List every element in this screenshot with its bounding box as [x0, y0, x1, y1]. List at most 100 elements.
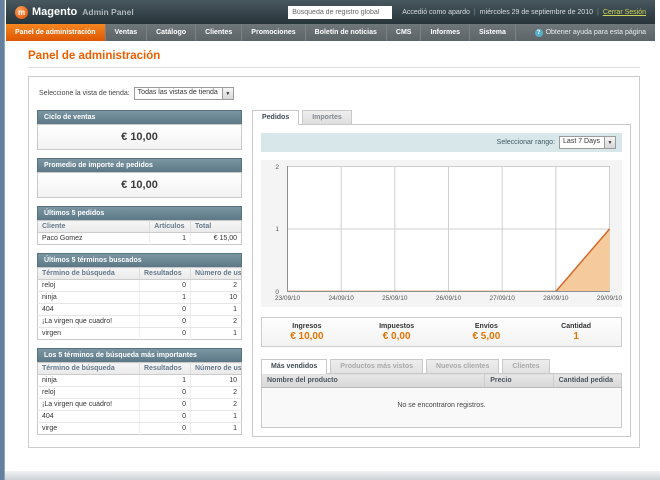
table-row[interactable]: 404 0 1 — [37, 303, 242, 316]
column-header: Precio — [484, 373, 554, 388]
table-cell: ¡La virgen que cuadro! — [37, 398, 140, 411]
store-switcher-label: Seleccione la vista de tienda: — [39, 90, 130, 97]
average-orders-box: Promedio de importe de pedidos € 10,00 — [37, 158, 242, 198]
magento-logo-icon: m — [15, 5, 28, 19]
table-cell: 10 — [190, 374, 242, 387]
last-orders-title: Últimos 5 pedidos — [37, 206, 242, 220]
table-cell: 2 — [190, 315, 242, 328]
column-header: Número de usos — [190, 362, 242, 375]
nav-promociones[interactable]: Promociones — [242, 24, 306, 41]
nav-catalogo[interactable]: Catálogo — [147, 24, 197, 41]
table-cell: 0 — [139, 410, 191, 423]
last-orders-table: Cliente Artículos Total Paco Gomez 1 € 15,… — [37, 220, 242, 245]
help-icon: ? — [534, 28, 543, 37]
column-header: Resultados — [139, 267, 191, 280]
store-switcher-select[interactable]: Todas las vistas de tienda ▼ — [133, 87, 234, 100]
nav-panel-administracion[interactable]: Panel de administración — [6, 24, 106, 41]
table-cell: ninja — [37, 291, 140, 304]
bottom-tabs: Más vendidos Productos más vistos Nuevos… — [261, 359, 622, 374]
table-row[interactable]: reloj 0 2 — [37, 279, 242, 292]
table-row[interactable]: Paco Gomez 1 € 15,00 — [37, 232, 242, 245]
stat-ingresos: Ingresos € 10,00 — [290, 323, 324, 342]
window-bottom-border — [0, 471, 660, 480]
column-header: Cantidad pedida — [553, 373, 622, 388]
column-header: Total — [190, 220, 242, 233]
table-cell: 1 — [190, 410, 242, 423]
table-row[interactable]: reloj 0 2 — [37, 386, 242, 399]
table-row[interactable]: ¡La virgen que cuadro! 0 2 — [37, 398, 242, 411]
nav-sistema[interactable]: Sistema — [470, 24, 516, 41]
admin-header: m Magento Admin Panel Accedió como apard… — [6, 0, 655, 24]
column-header: Resultados — [139, 362, 191, 375]
table-cell: 1 — [233, 330, 237, 337]
table-cell: 0 — [139, 279, 191, 292]
table-cell: 1 — [139, 291, 191, 304]
table-cell: 0 — [139, 386, 191, 399]
column-header: Cliente — [37, 220, 151, 233]
column-header: Término de búsqueda — [37, 267, 140, 280]
table-cell: 1 — [139, 374, 191, 387]
totals-bar: Ingresos € 10,00 Impuestos € 0,00 Envíos… — [261, 317, 622, 347]
table-cell: 404 — [37, 410, 140, 423]
table-cell: virge — [37, 422, 140, 435]
lifetime-sales-title: Ciclo de ventas — [37, 110, 242, 124]
bestsellers-grid: Nombre del producto Precio Cantidad pedi… — [261, 373, 622, 428]
lifetime-sales-box: Ciclo de ventas € 10,00 — [37, 110, 242, 150]
table-row[interactable]: virgen 0 1 — [37, 327, 242, 340]
table-row[interactable]: ninja 1 10 — [37, 291, 242, 304]
table-row[interactable]: 404 0 1 — [37, 410, 242, 423]
column-header: Número de usos — [190, 267, 242, 280]
session-info: Accedió como apardo | miércoles 29 de se… — [402, 9, 646, 16]
stat-envios: Envíos € 5,00 — [472, 323, 501, 342]
top-search-terms-table: Término de búsqueda Resultados Número de… — [37, 362, 242, 435]
logo-suffix: Admin Panel — [82, 7, 134, 17]
column-header: Nombre del producto — [261, 373, 486, 388]
title-divider — [28, 67, 640, 68]
nav-clientes[interactable]: Clientes — [196, 24, 243, 41]
global-search-input[interactable] — [288, 5, 393, 19]
logout-link[interactable]: Cerrar Sesión — [603, 9, 646, 16]
table-cell: 1 — [233, 425, 237, 432]
table-cell: ninja — [37, 374, 140, 387]
chart-y-axis-labels: 012 — [275, 163, 279, 296]
table-cell: virgen — [37, 327, 140, 340]
stat-cantidad: Cantidad 1 — [561, 323, 592, 342]
range-select[interactable]: Last 7 Days ▼ — [559, 136, 616, 149]
help-label: Obtener ayuda para esta página — [545, 29, 646, 36]
table-cell: 1 — [149, 232, 191, 245]
nav-cms[interactable]: CMS — [387, 24, 422, 41]
chart-tabs: Pedidos Importes — [252, 110, 631, 125]
help-link[interactable]: ? Obtener ayuda para esta página — [526, 24, 655, 41]
nav-boletin-de-noticias[interactable]: Boletín de noticias — [306, 24, 387, 41]
table-cell: 0 — [139, 315, 191, 328]
table-cell: 2 — [190, 279, 242, 292]
tab-mas-vendidos[interactable]: Más vendidos — [261, 359, 328, 374]
current-date: miércoles 29 de septiembre de 2010 — [479, 8, 593, 16]
empty-message: No se encontraron registros. — [261, 387, 622, 428]
average-orders-value: € 10,00 — [37, 172, 242, 198]
tab-nuevos-clientes[interactable]: Nuevos clientes — [426, 359, 500, 373]
table-row[interactable]: ninja 1 10 — [37, 374, 242, 387]
nav-informes[interactable]: Informes — [421, 24, 471, 41]
window-left-border — [0, 0, 5, 480]
last-search-terms-table: Término de búsqueda Resultados Número de… — [37, 267, 242, 340]
tab-importes[interactable]: Importes — [302, 110, 352, 124]
table-row[interactable]: ¡La virgen que cuadro! 0 2 — [37, 315, 242, 328]
top-search-terms-title: Los 5 términos de búsqueda más important… — [37, 348, 242, 362]
table-cell: 0 — [139, 327, 191, 340]
table-cell: € 15,00 — [213, 235, 237, 242]
logged-in-as: Accedió como apardo — [402, 8, 470, 16]
tab-clientes[interactable]: Clientes — [502, 359, 550, 373]
separator: | — [596, 8, 599, 16]
table-cell: 2 — [190, 398, 242, 411]
magento-admin-app: m Magento Admin Panel Accedió como apard… — [6, 0, 655, 471]
nav-ventas[interactable]: Ventas — [106, 24, 148, 41]
table-row[interactable]: virge 0 1 — [37, 422, 242, 435]
dashboard-right-column: Pedidos Importes Seleccionar rango: Last… — [252, 110, 631, 437]
chevron-down-icon: ▼ — [221, 88, 233, 99]
magento-logo[interactable]: m Magento Admin Panel — [15, 5, 134, 19]
table-cell: 0 — [139, 422, 191, 435]
tab-productos-mas-vistos[interactable]: Productos más vistos — [330, 359, 424, 373]
tab-pedidos[interactable]: Pedidos — [252, 110, 300, 125]
table-cell: 0 — [139, 303, 191, 316]
